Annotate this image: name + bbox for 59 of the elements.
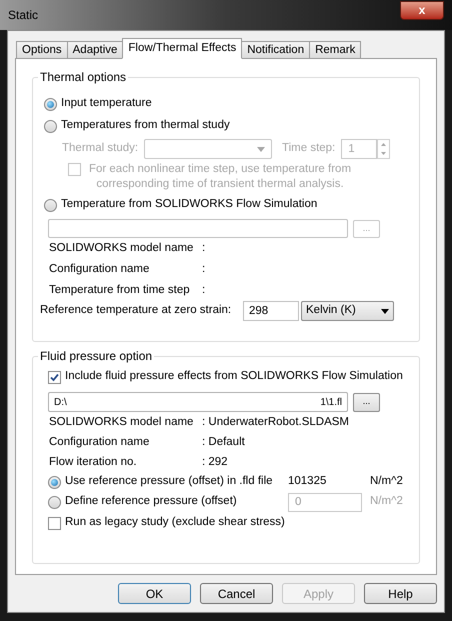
info-label: Configuration name xyxy=(48,434,150,450)
unit-dropdown[interactable]: Kelvin (K) xyxy=(301,301,394,321)
reference-temperature-field[interactable]: 298 xyxy=(243,301,299,321)
group-title: Fluid pressure option xyxy=(38,348,154,364)
info-value: : xyxy=(202,241,206,256)
checkbox[interactable] xyxy=(68,163,81,176)
tab[interactable]: Options xyxy=(16,41,68,59)
tab[interactable]: Remark xyxy=(309,41,362,59)
unit-label: N/m^2 xyxy=(370,474,403,490)
time-step-label: Time step: xyxy=(282,141,336,156)
path-start: D:\ xyxy=(54,396,67,410)
info-value: : 292 xyxy=(202,454,228,470)
down-arrow-icon xyxy=(381,152,386,155)
radio-button[interactable] xyxy=(44,98,57,110)
browse-button[interactable]: ... xyxy=(353,392,380,412)
unit-label: N/m^2 xyxy=(370,494,403,510)
tab[interactable]: Flow/Thermal Effects xyxy=(122,38,242,59)
info-label: Configuration name xyxy=(48,262,150,278)
radio-button[interactable] xyxy=(48,476,61,488)
radio-button[interactable] xyxy=(48,496,61,508)
info-value: : UnderwaterRobot.SLDASM xyxy=(202,414,350,430)
nonlinear-option-label: For each nonlinear time step, use temperature from corresponding time of transient thermal analysis. xyxy=(88,162,352,192)
option-label: Temperatures from thermal study xyxy=(61,118,230,134)
fld-file-field[interactable]: D:\ 1\1.fl xyxy=(48,392,348,412)
result-file-field[interactable] xyxy=(48,219,348,238)
window-title: Static xyxy=(8,7,38,24)
tab[interactable]: Notification xyxy=(241,41,310,59)
dialog-button[interactable]: Help xyxy=(364,583,437,604)
checkmark-icon xyxy=(50,372,59,382)
dialog-button[interactable]: Cancel xyxy=(200,583,273,604)
dialog-button[interactable]: OK xyxy=(118,583,191,604)
info-label: Flow iteration no. xyxy=(48,454,138,470)
tab[interactable]: Adaptive xyxy=(66,41,124,59)
info-value: : Default xyxy=(202,434,245,450)
pressure-value: 101325 xyxy=(288,474,328,490)
thermal-study-label: Thermal study: xyxy=(62,141,138,156)
spin-button[interactable] xyxy=(377,139,390,159)
path-end: 1\1.fl xyxy=(320,396,342,410)
radio-button[interactable] xyxy=(44,120,57,132)
info-label: SOLIDWORKS model name xyxy=(48,414,194,430)
caret-icon xyxy=(257,146,265,152)
info-label: Temperature from time step xyxy=(48,283,191,298)
option-label: Temperature from SOLIDWORKS Flow Simulation xyxy=(61,197,318,212)
include-option-label: Include fluid pressure effects from SOLIDWORKS Flow Simulation xyxy=(65,369,403,384)
close-button[interactable]: x xyxy=(400,0,444,20)
pressure-option-label: Define reference pressure (offset) xyxy=(65,494,238,510)
option-label: Input temperature xyxy=(61,96,152,112)
pressure-option-label: Use reference pressure (offset) in .fld file xyxy=(65,474,274,490)
checkbox[interactable] xyxy=(48,516,61,530)
info-value: : xyxy=(202,262,206,278)
radio-button[interactable] xyxy=(44,198,57,212)
checkbox[interactable] xyxy=(48,370,61,384)
info-label: SOLIDWORKS model name xyxy=(48,241,194,256)
up-arrow-icon xyxy=(381,143,386,146)
caret-icon xyxy=(381,308,389,314)
reference-temperature-label: Reference temperature at zero strain: xyxy=(40,303,232,318)
legacy-option-label: Run as legacy study (exclude shear stress) xyxy=(65,515,285,530)
group-title: Thermal options xyxy=(38,69,128,85)
info-value: : xyxy=(202,283,206,298)
